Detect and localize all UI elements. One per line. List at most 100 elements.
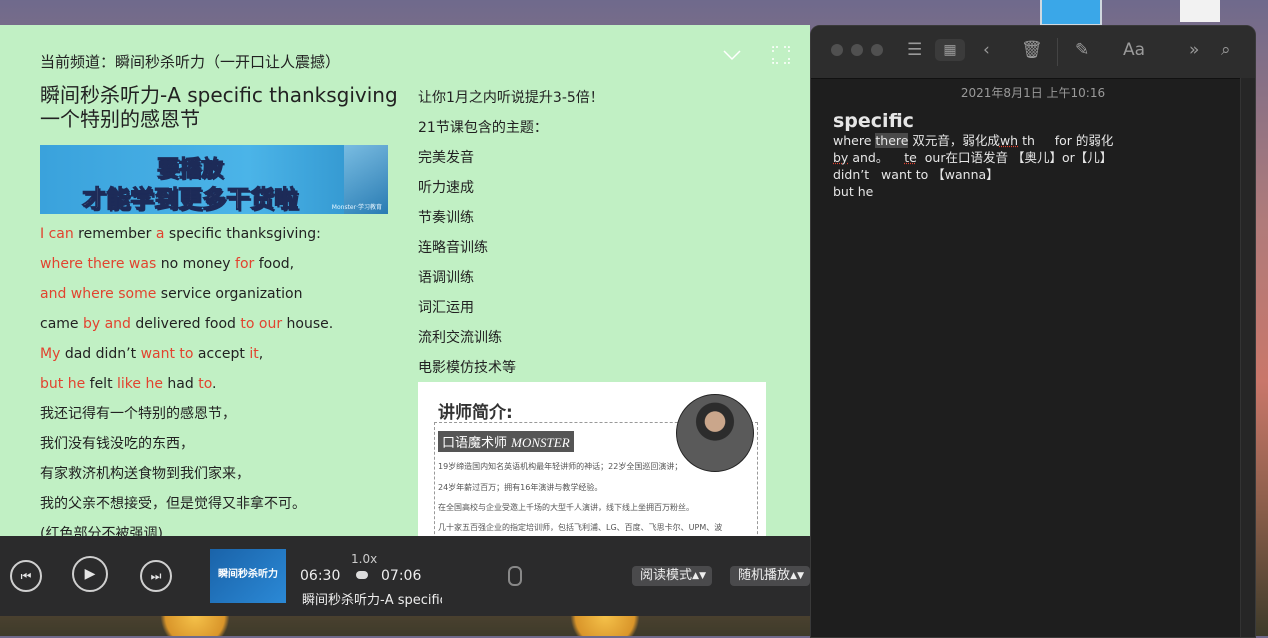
plain-text: dad didn’t xyxy=(60,346,141,362)
reader-window: 当前频道：瞬间秒杀听力（一开口让人震撼） 瞬间秒杀听力-A specific t… xyxy=(0,25,810,536)
next-button[interactable]: ⏭ xyxy=(140,560,172,592)
note-line: didn’t want to 【wanna】 xyxy=(833,167,999,182)
topic-item: 听力速成 xyxy=(418,180,474,196)
plain-text: specific thanksgiving: xyxy=(164,226,321,242)
lyric-line: 我们没有钱没吃的东西， xyxy=(40,433,410,463)
teacher-desc: 几十家五百强企业的指定培训师，包括飞利浦、LG、百度、飞思卡尔、UPM、波 xyxy=(438,523,723,532)
article-title: 瞬间秒杀听力-A specific thanksgiving 一个特别的感恩节 xyxy=(40,83,398,131)
teacher-avatar xyxy=(676,394,754,472)
current-channel: 当前频道：瞬间秒杀听力（一开口让人震撼） xyxy=(40,53,341,71)
tag-cn: 口语魔术师 xyxy=(442,436,512,451)
stressed-text: it xyxy=(249,346,259,362)
speed-label: 1.0x xyxy=(351,552,378,566)
banner-line: 才能学到更多干货啦 xyxy=(82,185,299,214)
notes-scrollbar[interactable] xyxy=(1240,78,1255,637)
plain-text: , xyxy=(258,346,264,362)
zoom-window-button[interactable] xyxy=(871,44,883,56)
teacher-intro-card: 讲师简介: 口语魔术师 MONSTER 19岁缔造国内知名英语机构最年轻讲师的神… xyxy=(418,382,766,536)
play-button[interactable]: ▶ xyxy=(72,556,108,592)
lyric-line: My dad didn’t want to accept it, xyxy=(40,343,410,373)
stressed-text: where there was xyxy=(40,256,157,272)
grid-view-icon[interactable]: ▦ xyxy=(935,39,965,61)
stressed-text: to xyxy=(198,376,213,392)
stressed-text: for xyxy=(235,256,255,272)
toolbar-divider xyxy=(1057,38,1058,66)
chevron-down-icon[interactable] xyxy=(722,47,742,63)
thumb-text: 瞬间秒杀听力 xyxy=(218,569,278,580)
topic-item: 节奏训练 xyxy=(418,210,474,226)
topic-item: 连略音训练 xyxy=(418,240,488,256)
stressed-text: and where some xyxy=(40,286,157,302)
plain-text: had xyxy=(162,376,199,392)
speed-slider[interactable] xyxy=(356,571,368,579)
desktop-document-icon[interactable] xyxy=(1180,0,1220,22)
stressed-text: like he xyxy=(117,376,163,392)
stressed-text: to our xyxy=(240,316,283,332)
plain-text: delivered food xyxy=(130,316,241,332)
plain-text: remember xyxy=(73,226,156,242)
track-thumbnail[interactable]: 瞬间秒杀听力 xyxy=(210,549,286,603)
lyric-line: 我还记得有一个特别的感恩节， xyxy=(40,403,410,433)
title-line: 瞬间秒杀听力-A specific thanksgiving xyxy=(40,83,398,107)
note-body[interactable]: specific where there 双元音，弱化成wh th for 的弱… xyxy=(833,110,1113,200)
plain-text: service organization xyxy=(156,286,303,302)
teacher-desc: 在全国高校与企业受邀上千场的大型千人演讲，线下线上坐拥百万粉丝。 xyxy=(438,503,694,512)
title-line: 一个特别的感恩节 xyxy=(40,107,200,131)
stressed-text: My xyxy=(40,346,61,362)
lyric-line: (红色部分不被强调) xyxy=(40,523,410,536)
note-line: where there 双元音，弱化成wh th for 的弱化 xyxy=(833,133,1114,148)
plain-text: 有家救济机构送食物到我们家来， xyxy=(40,466,250,482)
tag-en: MONSTER xyxy=(511,435,570,450)
lyric-line: but he felt like he had to. xyxy=(40,373,410,403)
teacher-desc: 19岁缔造国内知名英语机构最年轻讲师的神话；22岁全国巡回演讲； xyxy=(438,462,683,471)
lyric-line: 有家救济机构送食物到我们家来， xyxy=(40,463,410,493)
banner-brand: Monster·学习教育 xyxy=(331,204,382,211)
lyric-line: 我的父亲不想接受，但是觉得又非拿不可。 xyxy=(40,493,410,523)
compose-icon[interactable]: ✎ xyxy=(1075,40,1089,60)
plain-text: food, xyxy=(254,256,295,272)
note-line: by and。 te our在口语发音 【奥儿】or【儿】 xyxy=(833,150,1113,165)
list-view-icon[interactable]: ☰ xyxy=(907,40,922,60)
lyrics-list: I can remember a specific thanksgiving: w… xyxy=(40,223,410,536)
stressed-text: want to xyxy=(140,346,194,362)
plain-text: came xyxy=(40,316,83,332)
topic-item: 21节课包含的主题： xyxy=(418,120,548,136)
note-heading: specific xyxy=(833,110,914,132)
plain-text: 我们没有钱没吃的东西， xyxy=(40,436,194,452)
format-icon[interactable]: Aa xyxy=(1123,40,1145,60)
note-date: 2021年8月1日 上午10:16 xyxy=(960,86,1106,100)
search-icon[interactable]: ⌕ xyxy=(1221,40,1231,60)
minimize-window-button[interactable] xyxy=(851,44,863,56)
read-mode-label: 阅读模式 xyxy=(640,568,693,583)
plain-text: accept xyxy=(193,346,250,362)
back-icon[interactable]: ‹ xyxy=(983,40,990,60)
notes-toolbar: ☰ ▦ ‹ 🗑 ✎ Aa » ⌕ xyxy=(811,26,1255,79)
more-icon[interactable]: » xyxy=(1189,40,1199,60)
previous-button[interactable]: ⏮ xyxy=(10,560,42,592)
plain-text: 我的父亲不想接受，但是觉得又非拿不可。 xyxy=(40,496,306,512)
track-title: 瞬间秒杀听力-A specific thanksgiving xyxy=(302,593,442,608)
plain-text: . xyxy=(212,376,217,392)
close-window-button[interactable] xyxy=(831,44,843,56)
topic-item: 词汇运用 xyxy=(418,300,474,316)
topic-item: 让你1月之内听说提升3-5倍！ xyxy=(418,90,604,106)
stressed-text: I can xyxy=(40,226,74,242)
current-time: 06:30 xyxy=(300,568,341,584)
plain-text: 我还记得有一个特别的感恩节， xyxy=(40,406,236,422)
plain-text: house. xyxy=(282,316,334,332)
total-time: 07:06 xyxy=(381,568,422,584)
promo-banner: 要播放 才能学到更多干货啦 Monster·学习教育 xyxy=(40,145,388,214)
lyric-line: and where some service organization xyxy=(40,283,410,313)
stressed-text: by and xyxy=(82,316,131,332)
microphone-icon[interactable] xyxy=(508,566,522,586)
updown-icon: ▲▼ xyxy=(790,571,804,581)
fullscreen-icon[interactable] xyxy=(771,45,791,65)
plain-text: (红色部分不被强调) xyxy=(40,526,163,536)
topic-item: 流利交流训练 xyxy=(418,330,502,346)
desktop-folder-icon[interactable] xyxy=(1040,0,1102,26)
trash-icon[interactable]: 🗑 xyxy=(1021,40,1043,60)
read-mode-select[interactable]: 阅读模式 ▲▼ xyxy=(632,566,713,586)
lyric-line: came by and delivered food to our house. xyxy=(40,313,410,343)
play-order-select[interactable]: 随机播放 ▲▼ xyxy=(730,566,810,586)
topic-item: 语调训练 xyxy=(418,270,474,286)
